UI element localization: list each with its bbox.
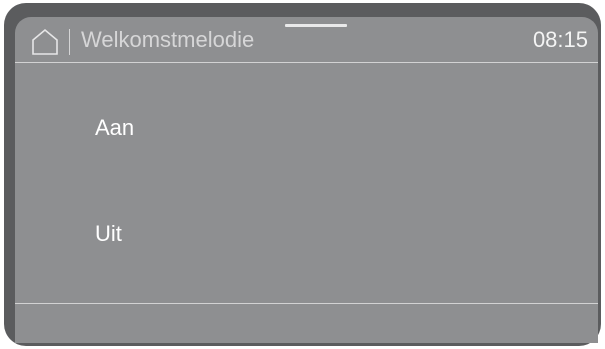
header-divider [69,29,70,55]
option-uit-label: Uit [95,221,122,246]
option-aan-label: Aan [95,115,135,140]
option-uit[interactable]: Uit [15,197,598,267]
device-bezel: Welkomstmelodie 08:15 Aan Uit [4,3,601,346]
home-icon [32,28,58,55]
display-screen: Welkomstmelodie 08:15 Aan Uit [15,17,598,343]
option-aan[interactable]: Aan [15,92,598,162]
header-bar: Welkomstmelodie 08:15 [15,17,598,61]
footer-area [15,304,598,343]
home-button[interactable] [30,28,60,56]
page-title: Welkomstmelodie [81,27,255,52]
clock-time: 08:15 [532,27,588,52]
header-divider-line [15,62,598,63]
